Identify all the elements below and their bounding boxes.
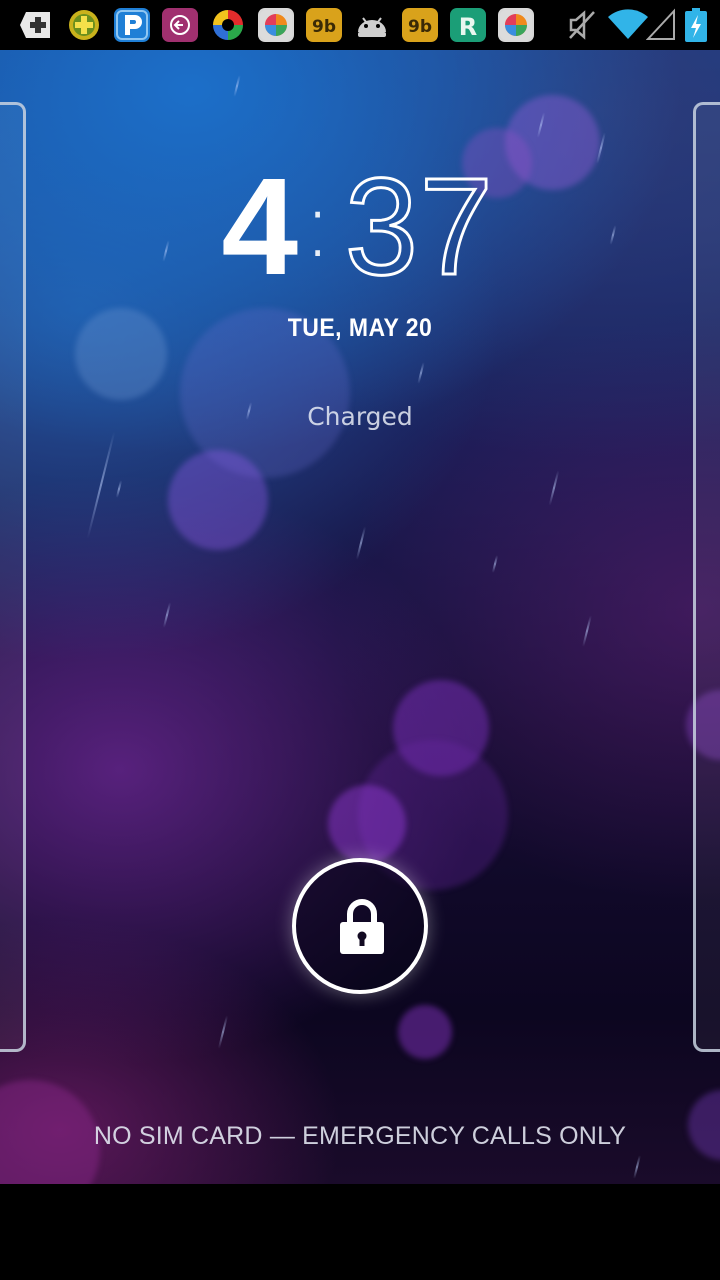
rain-streak <box>548 470 560 506</box>
wifi-icon <box>606 8 650 42</box>
back-circle-icon <box>162 8 198 42</box>
lockscreen-clock: 4:37 <box>0 150 720 304</box>
rain-streak <box>162 602 172 628</box>
color-wheel-icon <box>210 8 246 42</box>
unlock-handle[interactable] <box>292 858 428 994</box>
p-app-icon <box>114 8 150 42</box>
clock-minutes: 37 <box>344 150 495 304</box>
mute-icon <box>564 8 600 42</box>
rain-streak <box>115 480 123 498</box>
butterfly-app-icon: 9b <box>306 8 342 42</box>
status-bar: 9b 9b R <box>0 0 720 50</box>
bokeh-light <box>328 785 406 863</box>
charging-status: Charged <box>307 402 413 431</box>
svg-text:9b: 9b <box>312 17 336 37</box>
rain-streak <box>355 526 367 560</box>
rain-streak <box>633 1155 641 1179</box>
rain-streak <box>582 615 592 647</box>
rain-streak <box>233 75 241 97</box>
colorful-ball-icon <box>258 8 294 42</box>
lock-screen: 9b 9b R 4:37 TUE, MAY 20 Charged NO SIM … <box>0 0 720 1280</box>
svg-text:R: R <box>459 13 477 41</box>
battery-charging-icon <box>684 8 708 42</box>
bokeh-light <box>168 450 268 550</box>
navigation-bar-area <box>0 1184 720 1280</box>
plus-badge-icon <box>18 8 54 42</box>
butterfly-app-icon: 9b <box>402 8 438 42</box>
wallpaper: 4:37 TUE, MAY 20 Charged NO SIM CARD — E… <box>0 50 720 1184</box>
clock-hour: 4 <box>221 150 298 304</box>
android-robot-icon <box>354 8 390 42</box>
r-app-icon: R <box>450 8 486 42</box>
svg-text:9b: 9b <box>408 17 432 37</box>
clock-separator: : <box>302 171 334 278</box>
rain-streak <box>86 431 116 539</box>
colorful-ball-icon <box>498 8 534 42</box>
rain-streak <box>417 362 425 384</box>
carrier-status-text: NO SIM CARD — EMERGENCY CALLS ONLY <box>93 1122 627 1150</box>
lockscreen-date: TUE, MAY 20 <box>287 314 433 342</box>
padlock-icon <box>340 899 384 954</box>
rain-streak <box>217 1015 229 1049</box>
bokeh-light <box>398 1005 452 1059</box>
rain-streak <box>491 555 499 573</box>
signal-icon <box>646 8 676 42</box>
yellow-plus-icon <box>66 8 102 42</box>
